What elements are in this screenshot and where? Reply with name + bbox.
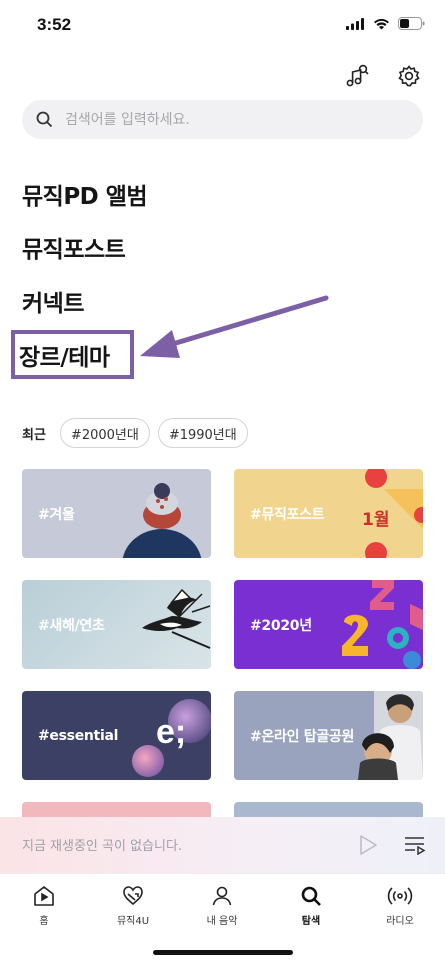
play-button[interactable] [358,834,378,860]
genre-tile-online-tapgol-park[interactable]: #온라인 탑골공원 [234,691,423,780]
tab-label: 탐색 [301,916,321,927]
playlist-icon [405,837,426,856]
tab-radio[interactable]: 라디오 [360,884,440,927]
genre-tile-musicpost[interactable]: #뮤직포스트 1월 [234,469,423,558]
home-icon [34,886,54,906]
menu-item-musicpd-album[interactable]: 뮤직PD 앨범 [22,177,148,211]
search-input[interactable] [65,111,385,128]
genre-tile-label: #essential [38,727,119,744]
genre-tile-essential[interactable]: #essential e; [22,691,211,780]
menu-item-connect[interactable]: 커넥트 [22,284,84,318]
tab-label: 내 음악 [206,916,238,927]
recent-tag-chip[interactable]: #2000년대 [59,418,150,448]
player-status-text: 지금 재생중인 곡이 없습니다. [22,839,183,854]
mini-player[interactable]: 지금 재생중인 곡이 없습니다. [0,817,445,873]
genre-tile-label: #뮤직포스트 [250,506,325,523]
home-indicator [153,950,293,955]
tab-label: 홈 [39,916,49,927]
genre-tile-2020[interactable]: #2020년 [234,580,423,669]
tab-label: 뮤직4U [116,916,150,927]
person-icon [212,886,232,906]
play-icon [360,835,377,855]
status-time: 3:52 [37,15,72,34]
tab-explore[interactable]: 탐색 [271,884,351,927]
status-icons [346,17,425,30]
recent-tags: 최근 #2000년대 #1990년대 [22,418,248,448]
essential-mark: e; [156,713,187,751]
cellular-signal-icon [346,17,364,30]
genre-tile-label: #겨울 [38,506,75,523]
music-search-icon [346,64,369,87]
music-search-button[interactable] [343,62,371,90]
status-bar: 3:52 [0,0,445,54]
menu-item-musicpost[interactable]: 뮤직포스트 [22,230,126,264]
search-bar[interactable] [22,100,423,139]
tab-my-music[interactable]: 내 음악 [182,884,262,927]
wifi-icon [374,18,389,29]
genre-tile-label: #2020년 [250,617,312,634]
tab-music4u[interactable]: 뮤직4U [93,884,173,927]
gear-icon [398,65,420,87]
playlist-button[interactable] [404,835,426,859]
search-icon [36,111,53,128]
battery-icon [398,17,425,30]
tab-home[interactable]: 홈 [4,884,84,927]
heart-shuffle-icon [123,886,143,906]
search-icon [301,886,321,906]
settings-button[interactable] [395,62,423,90]
month-badge: 1월 [362,510,390,530]
annotation-arrow [140,295,329,358]
genre-tile-label: #온라인 탑골공원 [250,728,355,745]
genre-theme-highlight-box [11,330,134,379]
top-actions [343,62,423,90]
genre-tile-newyear[interactable]: #새해/연초 [22,580,211,669]
recent-label: 최근 [22,427,46,443]
tab-label: 라디오 [386,916,414,927]
genre-tile-label: #새해/연초 [38,617,105,634]
genre-tile-winter[interactable]: #겨울 [22,469,211,558]
recent-tag-chip[interactable]: #1990년대 [157,418,248,448]
radio-icon [387,887,413,905]
